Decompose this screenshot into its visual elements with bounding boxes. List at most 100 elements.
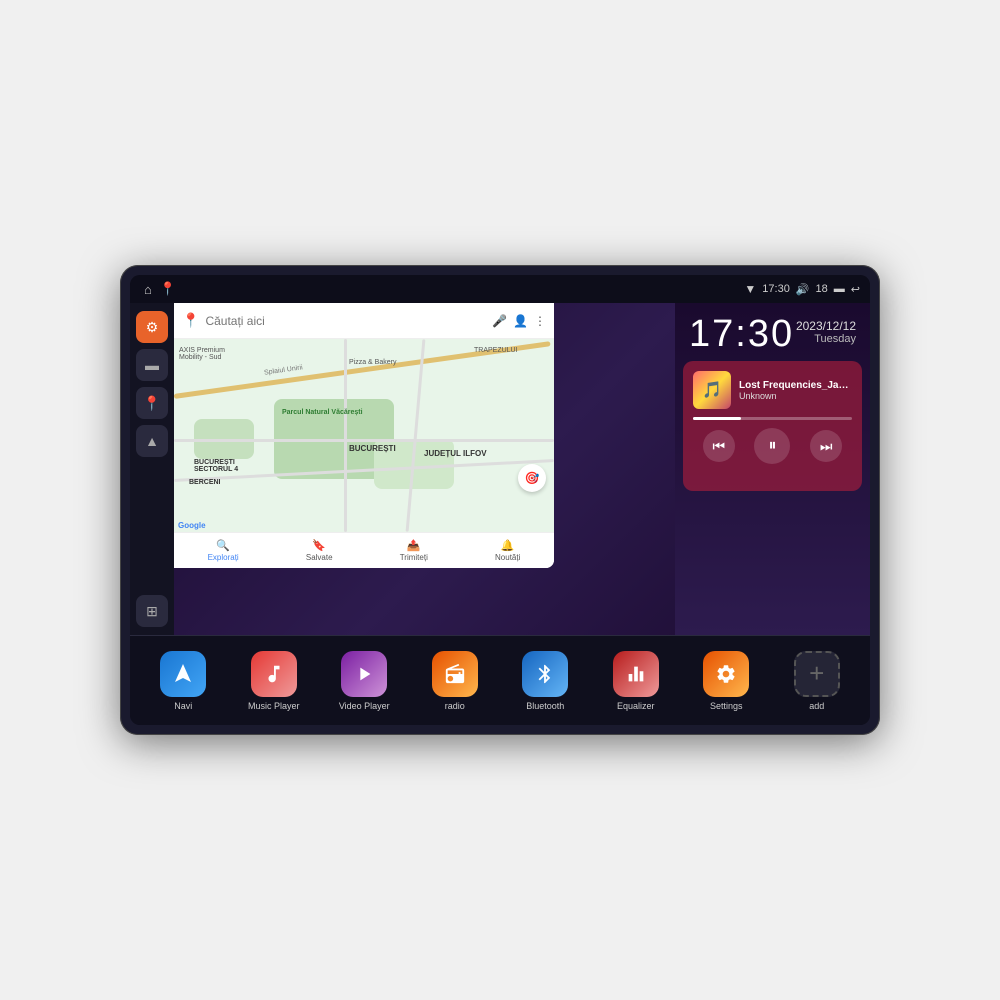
sidebar-btn-nav[interactable]: ▲ [136, 425, 168, 457]
app-bluetooth[interactable]: Bluetooth [515, 651, 575, 711]
sidebar-btn-files[interactable]: ▬ [136, 349, 168, 381]
news-icon: 🔔 [501, 539, 515, 552]
map-label-trap: TRAPEZULUI [474, 347, 518, 354]
account-icon[interactable]: 👤 [513, 314, 528, 328]
settings-label: Settings [710, 701, 743, 711]
navi-icon [160, 651, 206, 697]
bluetooth-icon [522, 651, 568, 697]
right-panel: 17:30 2023/12/12 Tuesday 🎵 Lost [675, 303, 870, 635]
app-settings[interactable]: Settings [696, 651, 756, 711]
center-area: 📍 🎤 👤 ⋮ [174, 303, 870, 635]
dots-icon[interactable]: ⋮ [534, 314, 546, 328]
map-label-buc: BUCUREȘTI [349, 444, 396, 453]
back-icon[interactable]: ↩ [851, 283, 860, 296]
clock-status: 17:30 [762, 283, 790, 295]
settings-icon [703, 651, 749, 697]
clock-date-main: 2023/12/12 [796, 319, 856, 333]
music-player-label: Music Player [248, 701, 300, 711]
main-content: ⚙ ▬ 📍 ▲ ⊞ 📍 🎤 👤 ⋮ [130, 303, 870, 635]
explore-icon: 🔍 [216, 539, 230, 552]
saved-icon: 🔖 [312, 539, 326, 552]
map-label-pizza: Pizza & Bakery [349, 359, 396, 366]
map-tab-explore[interactable]: 🔍 Explorați [208, 539, 239, 562]
road-2 [174, 439, 554, 442]
map-widget: 📍 🎤 👤 ⋮ [174, 303, 554, 568]
google-logo: Google [178, 521, 206, 530]
map-pin-icon: 📍 [182, 312, 199, 329]
map-tab-send-label: Trimiteți [400, 553, 428, 562]
map-bottom-bar: 🔍 Explorați 🔖 Salvate 📤 Trimiteți � [174, 532, 554, 568]
clock-time: 17:30 [689, 315, 794, 353]
road-v2 [406, 339, 426, 532]
device-outer: ⌂ 📍 ▼ 17:30 🔊 18 ▬ ↩ [120, 265, 880, 735]
pause-button[interactable]: ⏸ [754, 428, 790, 464]
equalizer-label: Equalizer [617, 701, 655, 711]
app-equalizer[interactable]: Equalizer [606, 651, 666, 711]
progress-fill [693, 417, 741, 420]
video-player-label: Video Player [339, 701, 390, 711]
map-search-input[interactable] [205, 314, 486, 328]
app-add[interactable]: + add [787, 651, 847, 711]
clock-section: 17:30 2023/12/12 Tuesday [675, 303, 870, 361]
app-music-player[interactable]: Music Player [244, 651, 304, 711]
sidebar: ⚙ ▬ 📍 ▲ ⊞ [130, 303, 174, 635]
equalizer-icon [613, 651, 659, 697]
volume-icon: 🔊 [796, 283, 810, 296]
music-details: Lost Frequencies_Janie... Unknown [739, 380, 852, 401]
battery-level: 18 [816, 283, 828, 295]
navi-label: Navi [174, 701, 192, 711]
add-icon: + [794, 651, 840, 697]
app-radio[interactable]: radio [425, 651, 485, 711]
bluetooth-label: Bluetooth [526, 701, 564, 711]
app-video-player[interactable]: Video Player [334, 651, 394, 711]
map-label-axis: AXIS PremiumMobility - Sud [179, 347, 225, 361]
map-label-berceni: BERCENI [189, 479, 221, 486]
mic-icon[interactable]: 🎤 [492, 314, 507, 328]
clock-date-day: Tuesday [796, 333, 856, 345]
map-label-judet: JUDEȚUL ILFOV [424, 449, 487, 458]
bottom-app-bar: Navi Music Player Video Player [130, 635, 870, 725]
map-location-button[interactable]: 🎯 [518, 464, 546, 492]
map-area: Parcul Natural Văcărești BUCUREȘTI BUCUR… [174, 339, 554, 532]
map-tab-saved-label: Salvate [306, 553, 333, 562]
prev-button[interactable]: ⏮ [703, 430, 735, 462]
map-search-bar: 📍 🎤 👤 ⋮ [174, 303, 554, 339]
sidebar-btn-apps[interactable]: ⊞ [136, 595, 168, 627]
map-tab-news[interactable]: 🔔 Noutăți [495, 539, 520, 562]
road-v1 [344, 339, 347, 532]
map-tab-news-label: Noutăți [495, 553, 520, 562]
home-icon[interactable]: ⌂ [144, 282, 152, 297]
radio-label: radio [445, 701, 465, 711]
album-art-icon: 🎵 [702, 380, 722, 400]
map-background: Parcul Natural Văcărești BUCUREȘTI BUCUR… [174, 339, 554, 532]
status-right: ▼ 17:30 🔊 18 ▬ ↩ [744, 282, 860, 296]
battery-icon: ▬ [834, 283, 845, 295]
map-tab-saved[interactable]: 🔖 Salvate [306, 539, 333, 562]
clock-date: 2023/12/12 Tuesday [796, 315, 856, 345]
map-label-splaiul: Splaiul Unirii [264, 364, 304, 376]
album-art: 🎵 [693, 371, 731, 409]
status-left: ⌂ 📍 [144, 281, 176, 297]
music-info: 🎵 Lost Frequencies_Janie... Unknown [693, 371, 852, 409]
progress-bar[interactable] [693, 417, 852, 420]
video-player-icon [341, 651, 387, 697]
app-navi[interactable]: Navi [153, 651, 213, 711]
maps-icon[interactable]: 📍 [160, 281, 176, 297]
sidebar-btn-map[interactable]: 📍 [136, 387, 168, 419]
music-player-icon [251, 651, 297, 697]
music-artist: Unknown [739, 391, 852, 401]
radio-icon [432, 651, 478, 697]
music-title: Lost Frequencies_Janie... [739, 380, 852, 391]
map-label-park: Parcul Natural Văcărești [282, 409, 363, 416]
map-tab-send[interactable]: 📤 Trimiteți [400, 539, 428, 562]
music-section: 🎵 Lost Frequencies_Janie... Unknown ⏮ [683, 361, 862, 491]
add-label: add [809, 701, 824, 711]
next-button[interactable]: ⏭ [810, 430, 842, 462]
map-tab-explore-label: Explorați [208, 553, 239, 562]
map-label-sector: BUCUREȘTISECTORUL 4 [194, 459, 238, 473]
wifi-icon: ▼ [744, 282, 756, 296]
status-bar: ⌂ 📍 ▼ 17:30 🔊 18 ▬ ↩ [130, 275, 870, 303]
send-icon: 📤 [407, 539, 421, 552]
sidebar-btn-settings[interactable]: ⚙ [136, 311, 168, 343]
music-controls: ⏮ ⏸ ⏭ [693, 428, 852, 464]
